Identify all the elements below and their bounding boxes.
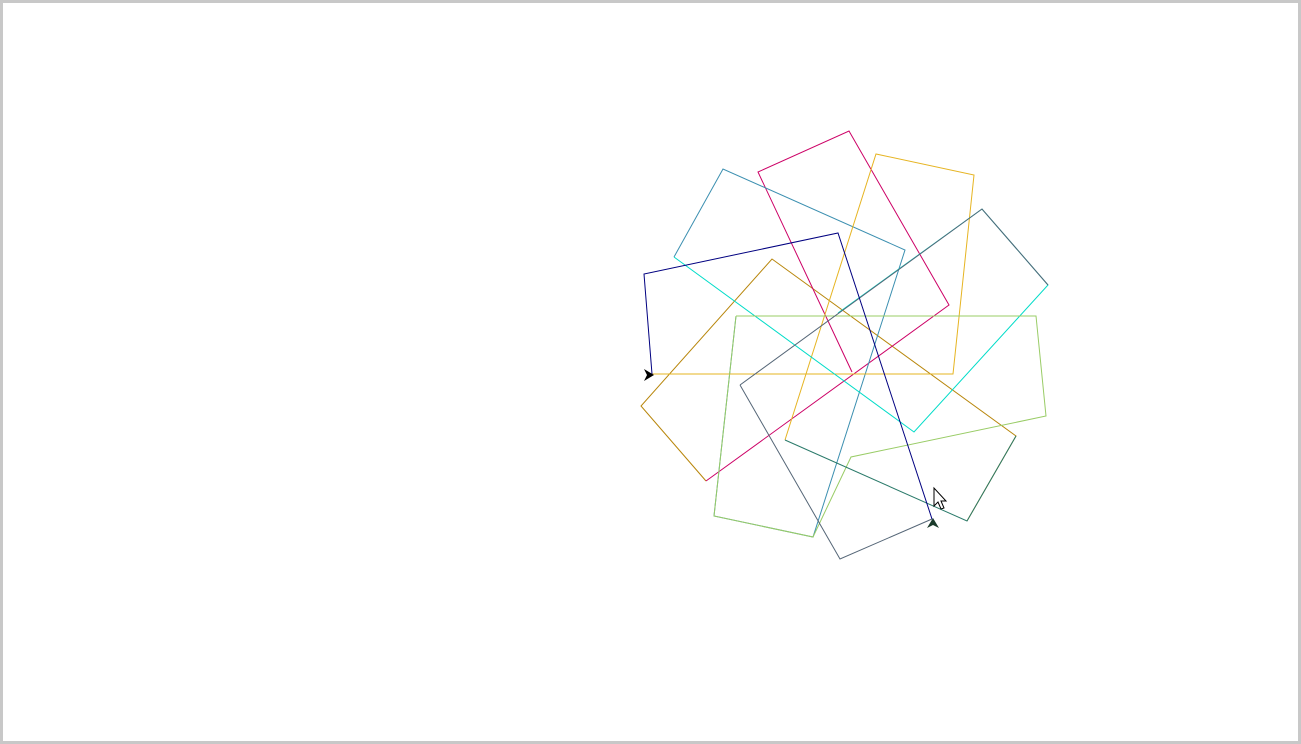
turtle-arrow-icon-active <box>927 518 939 528</box>
turtle-arrow-icon <box>644 369 654 381</box>
drawing-svg <box>640 130 1049 560</box>
rectangle-cyan <box>673 208 1049 433</box>
rectangle-slate <box>739 208 1049 386</box>
rectangle-steelblue <box>673 168 906 538</box>
rectangle-gold <box>648 153 975 441</box>
drawing-canvas[interactable] <box>0 0 1301 744</box>
mouse-pointer-icon <box>933 486 948 510</box>
rectangle-orange <box>640 258 1017 522</box>
rectangle-slate-2 <box>739 384 933 560</box>
rectangle-teal <box>784 435 1017 522</box>
